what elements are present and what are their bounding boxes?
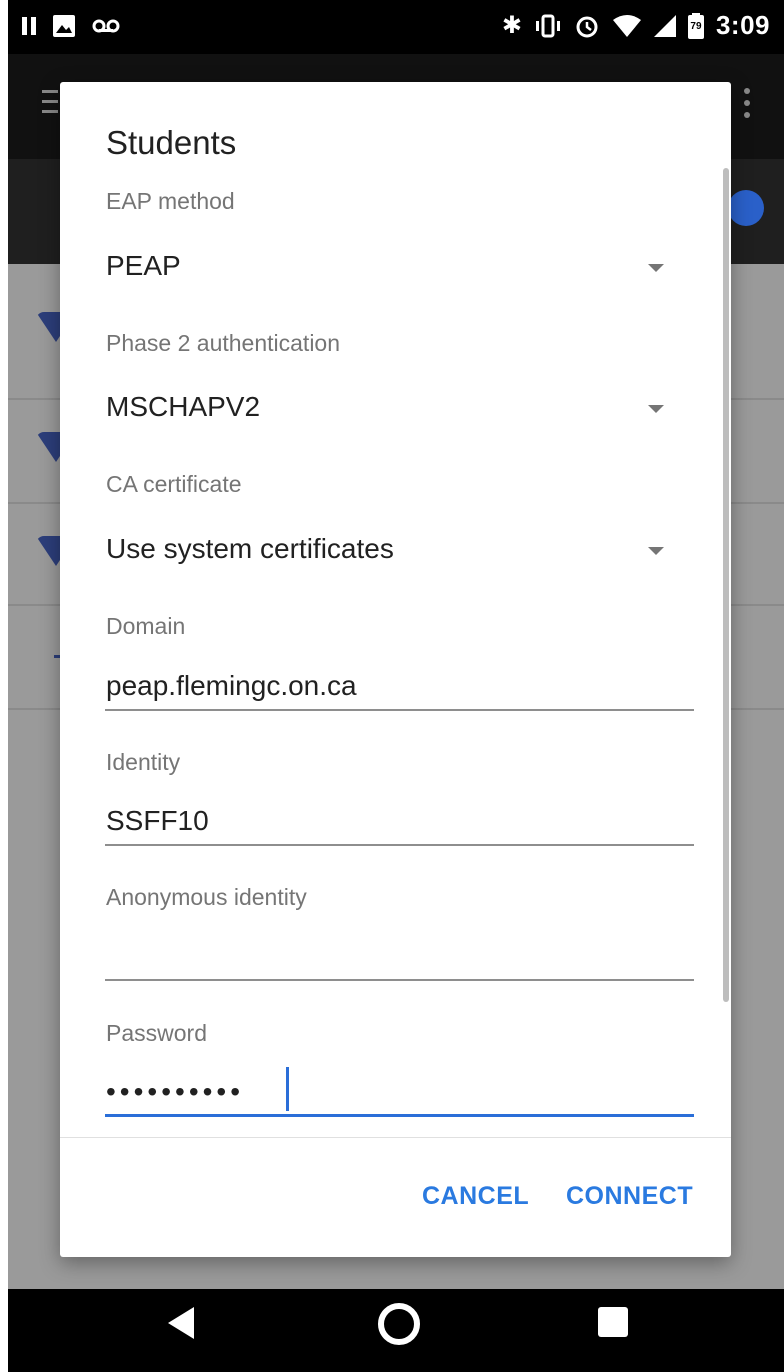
- anon-identity-label: Anonymous identity: [106, 884, 307, 910]
- chevron-down-icon: [648, 547, 664, 555]
- status-bar: ✱ 79 3:09: [8, 0, 784, 54]
- alarm-icon: [576, 16, 598, 37]
- button-divider: [60, 1137, 731, 1138]
- connect-button[interactable]: CONNECT: [566, 1182, 693, 1211]
- anon-identity-underline: [105, 979, 694, 981]
- ca-cert-dropdown[interactable]: Use system certificates: [100, 521, 700, 581]
- overflow-menu-icon: [744, 88, 750, 124]
- phase2-value: MSCHAPV2: [106, 391, 261, 422]
- domain-label: Domain: [106, 613, 186, 639]
- identity-field[interactable]: SSFF10: [106, 805, 209, 837]
- wifi-config-dialog: Students EAP method PEAP Phase 2 authent…: [60, 82, 731, 1257]
- ca-cert-label: CA certificate: [106, 471, 242, 497]
- battery-level: 79: [690, 20, 702, 32]
- scrollbar[interactable]: [723, 168, 729, 1002]
- chevron-down-icon: [648, 405, 664, 413]
- domain-underline: [105, 709, 694, 711]
- dialog-title: Students: [106, 124, 237, 161]
- chevron-down-icon: [648, 264, 664, 272]
- password-label: Password: [106, 1020, 207, 1046]
- cancel-button[interactable]: CANCEL: [422, 1182, 529, 1211]
- text-cursor: [286, 1067, 289, 1111]
- phone-screen: ✱ 79 3:09 Students EAP method PEAP Phase…: [8, 0, 784, 1372]
- bluetooth-icon: ✱: [501, 11, 522, 39]
- battery-icon: 79: [687, 12, 704, 39]
- voicemail-icon: [92, 19, 120, 33]
- eap-method-value: PEAP: [106, 250, 181, 281]
- password-underline: [105, 1114, 694, 1117]
- menu-icon: [42, 90, 58, 120]
- navigation-bar: [8, 1289, 784, 1372]
- image-icon: [53, 15, 75, 37]
- vibrate-icon: [535, 14, 560, 37]
- back-icon[interactable]: [168, 1307, 194, 1339]
- cell-signal-icon: [653, 14, 676, 37]
- home-icon[interactable]: [378, 1303, 420, 1345]
- phase2-dropdown[interactable]: MSCHAPV2: [100, 379, 700, 439]
- recent-apps-icon[interactable]: [598, 1307, 628, 1337]
- toggle-knob-icon: [728, 190, 764, 226]
- clock: 3:09: [715, 10, 770, 40]
- domain-field[interactable]: peap.flemingc.on.ca: [106, 670, 357, 702]
- anon-identity-field[interactable]: [106, 940, 695, 978]
- ca-cert-value: Use system certificates: [106, 533, 394, 564]
- phase2-label: Phase 2 authentication: [106, 330, 341, 356]
- eap-method-label: EAP method: [106, 188, 235, 214]
- eap-method-dropdown[interactable]: PEAP: [100, 238, 700, 298]
- wifi-icon: [612, 14, 641, 37]
- password-field[interactable]: ••••••••••: [106, 1076, 244, 1108]
- pause-icon: [22, 17, 36, 35]
- identity-label: Identity: [106, 749, 181, 775]
- identity-underline: [105, 844, 694, 846]
